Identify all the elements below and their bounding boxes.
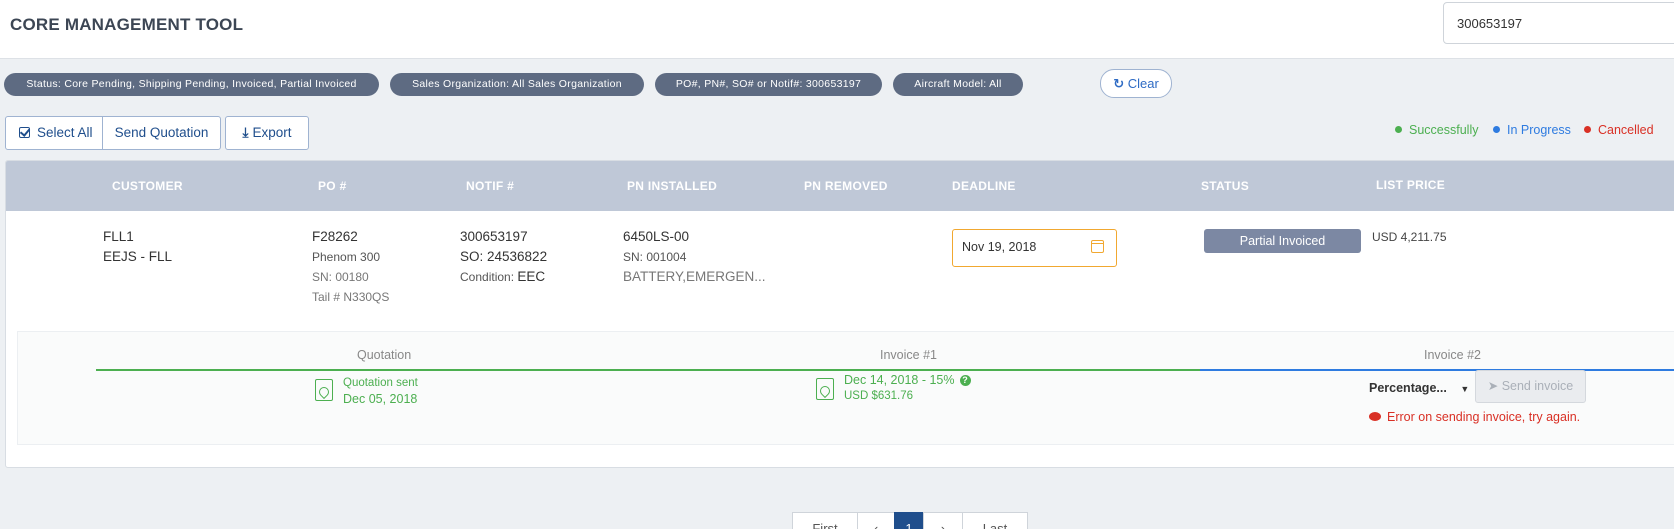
paper-plane-icon: ➤	[1487, 379, 1499, 393]
quotation-date: Dec 05, 2018	[343, 392, 418, 406]
help-icon[interactable]: ?	[959, 375, 971, 386]
calendar-icon[interactable]	[1091, 240, 1104, 253]
send-invoice-label: Send invoice	[1501, 379, 1574, 393]
select-all-label: Select All	[37, 125, 93, 140]
tail-number: Tail # N330QS	[312, 290, 390, 304]
legend-successfully: Successfully	[1395, 123, 1478, 137]
select-all-button[interactable]: Select All	[5, 116, 103, 150]
red-dot-icon	[1584, 126, 1591, 133]
refresh-icon: ↻	[1113, 76, 1125, 91]
pagination-first[interactable]: First	[792, 512, 858, 529]
customer-name: EEJS - FLL	[103, 249, 173, 264]
pn-installed-cell: 6450LS-00 SN: 001004 BATTERY,EMERGEN...	[623, 227, 766, 287]
invoice-1-info: Dec 14, 2018 - 15%? USD $631.76	[844, 372, 971, 404]
customer-code: FLL1	[103, 229, 134, 244]
pagination-next[interactable]: ›	[923, 512, 963, 529]
pn-installed-sn: SN: 001004	[623, 250, 687, 264]
legend-cancelled: Cancelled	[1584, 123, 1654, 137]
column-po[interactable]: PO #	[318, 179, 347, 193]
checkbox-icon	[19, 127, 30, 138]
blue-dot-icon	[1493, 126, 1500, 133]
green-dot-icon	[1395, 126, 1402, 133]
timeline-progress-current	[1200, 369, 1674, 371]
invoice-timeline: Quotation Invoice #1 Invoice #2 Quotatio…	[17, 331, 1674, 445]
legend-label: Successfully	[1409, 123, 1479, 137]
export-button[interactable]: ⤓ Export	[225, 116, 309, 150]
filter-chip-search[interactable]: PO#, PN#, SO# or Notif#: 300653197	[655, 73, 882, 96]
pn-installed-number: 6450LS-00	[623, 229, 690, 244]
status-badge: Partial Invoiced	[1204, 229, 1361, 253]
filter-chip-aircraft-model[interactable]: Aircraft Model: All	[893, 73, 1023, 96]
clear-label: Clear	[1127, 76, 1159, 91]
legend-label: In Progress	[1507, 123, 1571, 137]
notif-number: 300653197	[460, 229, 528, 244]
aircraft-sn: SN: 00180	[312, 270, 369, 284]
column-deadline[interactable]: DEADLINE	[952, 179, 1016, 193]
percentage-select-value: Percentage...	[1369, 381, 1447, 395]
app-title: CORE MANAGEMENT TOOL	[10, 15, 244, 34]
customer-cell: FLL1 EEJS - FLL	[103, 227, 172, 267]
stage-title-invoice-2: Invoice #2	[1424, 348, 1481, 362]
quotation-info: Quotation sent Dec 05, 2018	[343, 375, 418, 407]
pn-installed-desc: BATTERY,EMERGEN...	[623, 269, 766, 284]
timeline-progress-complete	[96, 369, 1200, 371]
invoice-1-detail: Dec 14, 2018 - 15%?	[844, 372, 971, 388]
caret-down-icon: ▼	[1460, 384, 1470, 394]
export-label: Export	[252, 125, 292, 140]
invoice-error-message: Error on sending invoice, try again.	[1369, 410, 1580, 424]
column-pn-removed[interactable]: PN REMOVED	[804, 179, 888, 193]
aircraft-model: Phenom 300	[312, 250, 381, 264]
stage-title-quotation: Quotation	[357, 348, 412, 362]
pagination-last[interactable]: Last	[962, 512, 1028, 529]
pdf-file-icon[interactable]	[315, 379, 333, 401]
search-input[interactable]	[1443, 2, 1674, 44]
legend-label: Cancelled	[1598, 123, 1654, 137]
column-status[interactable]: STATUS	[1201, 179, 1249, 193]
deadline-value: Nov 19, 2018	[962, 240, 1037, 254]
pagination-prev[interactable]: ‹	[857, 512, 895, 529]
deadline-datepicker[interactable]: Nov 19, 2018	[952, 229, 1117, 267]
filter-chip-status[interactable]: Status: Core Pending, Shipping Pending, …	[4, 73, 379, 96]
condition: Condition: EEC	[460, 267, 547, 287]
column-customer[interactable]: CUSTOMER	[112, 179, 183, 193]
table-header: CUSTOMER PO # NOTIF # PN INSTALLED PN RE…	[6, 161, 1674, 211]
stage-title-invoice-1: Invoice #1	[880, 348, 937, 362]
download-icon: ⤓	[242, 125, 249, 140]
quotation-status: Quotation sent	[343, 377, 418, 389]
so-number: SO: 24536822	[460, 249, 548, 264]
po-number: F28262	[312, 229, 358, 244]
pagination-page-1[interactable]: 1	[894, 512, 924, 529]
top-bar: CORE MANAGEMENT TOOL	[0, 0, 1674, 59]
legend-in-progress: In Progress	[1493, 123, 1571, 137]
notif-cell: 300653197 SO: 24536822 Condition: EEC	[460, 227, 547, 287]
invoice-1-amount: USD $631.76	[844, 390, 914, 402]
condition-label: Condition:	[460, 270, 515, 284]
percentage-select[interactable]: Percentage... ▼	[1369, 378, 1479, 399]
send-quotation-button[interactable]: Send Quotation	[102, 116, 221, 150]
comment-icon	[1369, 412, 1381, 421]
error-text: Error on sending invoice, try again.	[1387, 410, 1581, 424]
send-invoice-button[interactable]: ➤ Send invoice	[1475, 370, 1586, 403]
column-notif[interactable]: NOTIF #	[466, 179, 514, 193]
filter-chip-sales-org[interactable]: Sales Organization: All Sales Organizati…	[390, 73, 644, 96]
condition-value: EEC	[517, 269, 546, 284]
list-price: USD 4,211.75	[1372, 230, 1447, 244]
column-pn-installed[interactable]: PN INSTALLED	[627, 179, 717, 193]
column-list-price[interactable]: LIST PRICE	[1376, 178, 1445, 192]
invoice-1-date: Dec 14, 2018 - 15%	[844, 373, 955, 387]
clear-filters-button[interactable]: ↻ Clear	[1100, 69, 1172, 98]
pdf-file-icon[interactable]	[816, 378, 834, 400]
po-cell: F28262 Phenom 300 SN: 00180 Tail # N330Q…	[312, 227, 389, 307]
